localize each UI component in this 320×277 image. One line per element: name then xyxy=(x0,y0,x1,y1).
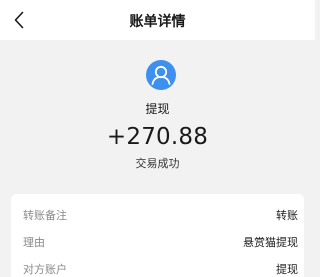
nav-header: 账单详情 xyxy=(0,0,315,40)
detail-label: 理由 xyxy=(23,236,45,249)
detail-row-reason: 理由 悬赏猫提现 xyxy=(11,226,304,254)
transaction-status: 交易成功 xyxy=(135,157,180,170)
detail-row-remark: 转账备注 转账 xyxy=(11,199,304,227)
detail-card: 转账备注 转账 理由 悬赏猫提现 对方账户 提现 xyxy=(11,194,304,277)
transaction-type: 提现 xyxy=(145,102,170,116)
detail-row-account: 对方账户 提现 xyxy=(11,253,304,277)
detail-value: 悬赏猫提现 xyxy=(243,236,298,249)
transaction-amount: +270.88 xyxy=(106,124,209,150)
detail-label: 转账备注 xyxy=(23,209,67,222)
transaction-summary: 提现 +270.88 交易成功 xyxy=(0,40,315,180)
avatar xyxy=(146,60,176,90)
detail-value: 转账 xyxy=(276,209,298,222)
user-icon xyxy=(151,65,171,85)
detail-value: 提现 xyxy=(276,263,298,276)
page-title: 账单详情 xyxy=(129,14,186,30)
detail-label: 对方账户 xyxy=(23,263,67,276)
